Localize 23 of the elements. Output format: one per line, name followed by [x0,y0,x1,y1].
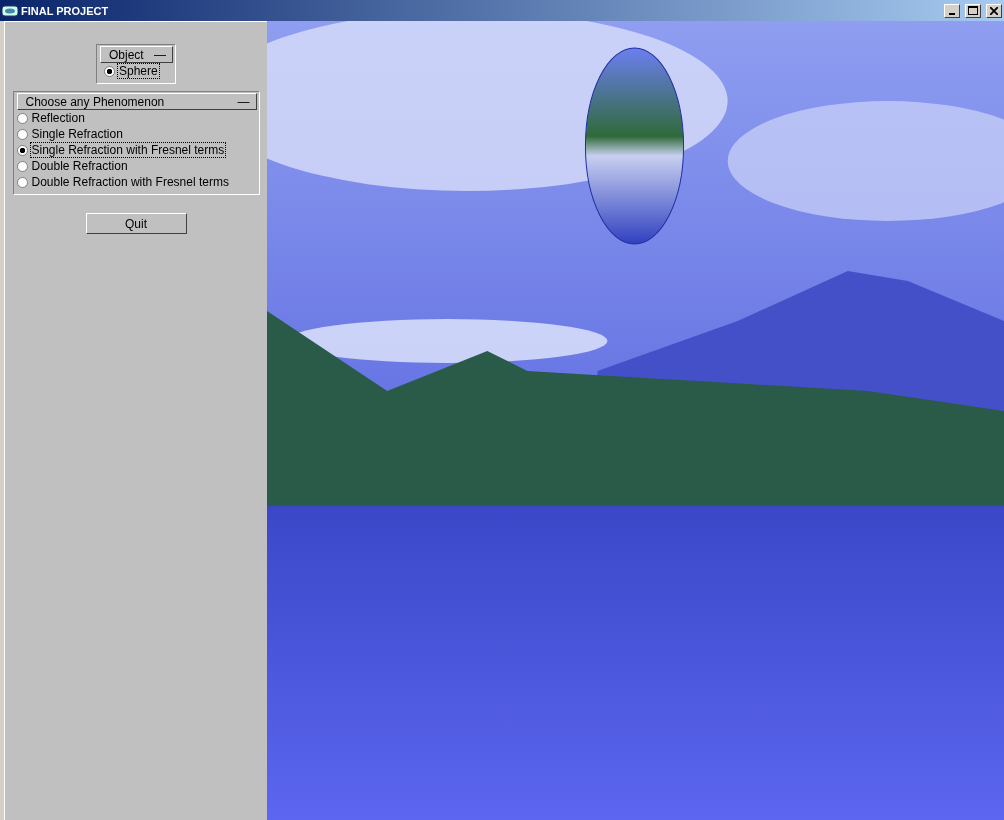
radio-option[interactable]: Double Refraction with Fresnel terms [16,174,257,190]
close-icon [990,6,998,15]
window-title: FINAL PROJECT [21,4,110,17]
radio-button[interactable] [16,128,28,140]
radio-option[interactable]: Double Refraction [16,158,257,174]
minimize-button[interactable] [944,3,960,18]
radio-option[interactable]: Reflection [16,110,257,126]
maximize-icon [968,6,978,15]
close-button[interactable] [986,3,1002,18]
app-icon [2,4,18,17]
radio-button[interactable] [16,176,28,188]
minimize-icon [949,12,955,15]
rollout-header[interactable]: Object — [100,46,173,63]
radio-button[interactable] [16,144,28,156]
radio-option[interactable]: Sphere [100,63,173,79]
radio-button[interactable] [16,160,28,172]
rollout-header[interactable]: Choose any Phenomenon — [16,93,257,110]
maximize-button[interactable] [965,3,981,18]
radio-button[interactable] [16,112,28,124]
radio-button[interactable] [104,65,115,77]
radio-option[interactable]: Single Refraction [16,126,257,142]
quit-button[interactable]: Quit [85,213,187,234]
radio-option[interactable]: Single Refraction with Fresnel terms [16,142,257,158]
